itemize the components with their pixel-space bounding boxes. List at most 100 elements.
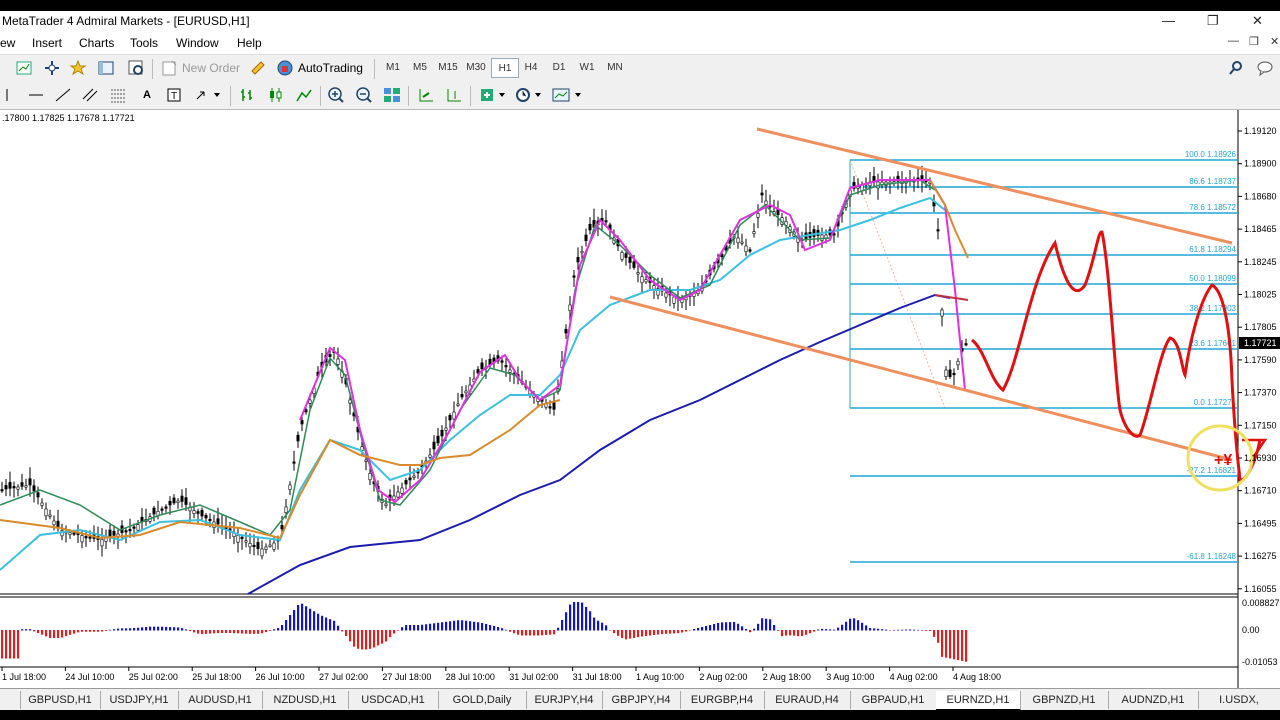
text-icon[interactable]: A: [137, 85, 157, 105]
tab-nzdusd[interactable]: NZDUSD,H1: [262, 691, 349, 709]
timeframe-m5[interactable]: M5: [407, 58, 433, 76]
histogram-bar: [209, 630, 212, 634]
tab-gbpaud[interactable]: GBPAUD,H1: [850, 691, 937, 709]
tab-euraud[interactable]: EURAUD,H4: [764, 691, 851, 709]
mdi-close-button[interactable]: ✕: [1270, 35, 1279, 48]
menu-charts[interactable]: Charts: [79, 36, 114, 50]
mdi-restore-button[interactable]: ❐: [1249, 35, 1259, 48]
histogram-bar: [417, 625, 420, 631]
cursor-icon[interactable]: [2, 85, 12, 105]
tile-windows-icon[interactable]: [382, 85, 402, 105]
histogram-bar: [169, 627, 172, 631]
strategy-tester-icon[interactable]: [126, 58, 146, 78]
tab-audnzd[interactable]: AUDNZD,H1: [1108, 691, 1199, 709]
timeframe-d1[interactable]: D1: [546, 58, 572, 76]
mdi-minimize-button[interactable]: —: [1228, 35, 1239, 47]
tab-eurnzd[interactable]: EURNZD,H1: [936, 691, 1021, 711]
favorites-icon[interactable]: [68, 58, 88, 78]
equidistant-channel-icon[interactable]: [80, 85, 100, 105]
histogram-bar: [889, 630, 892, 631]
minimize-button[interactable]: —: [1162, 13, 1175, 28]
histogram-bar: [65, 630, 68, 637]
new-chart-icon[interactable]: [14, 58, 34, 78]
tab-eurgbp[interactable]: EURGBP,H4: [680, 691, 765, 709]
candle-body: [112, 531, 116, 536]
histogram-bar: [761, 618, 764, 631]
menu-insert[interactable]: Insert: [32, 36, 62, 50]
tab-gbpjpy[interactable]: GBPJPY,H4: [602, 691, 681, 709]
chart-shift-icon[interactable]: [444, 85, 464, 105]
close-button[interactable]: ✕: [1252, 13, 1263, 29]
chart-tabs: GBPUSD,H1 USDJPY,H1 AUDUSD,H1 NZDUSD,H1 …: [0, 688, 1280, 711]
tab-gold[interactable]: GOLD,Daily: [438, 691, 527, 709]
menu-help[interactable]: Help: [237, 36, 262, 50]
tab-eurjpy[interactable]: EURJPY,H4: [526, 691, 603, 709]
tab-partial[interactable]: [0, 691, 21, 709]
histogram-bar: [25, 629, 28, 631]
histogram-bar: [585, 606, 588, 631]
line-chart-icon[interactable]: [294, 85, 314, 105]
autotrading-button[interactable]: AutoTrading: [276, 58, 368, 78]
auto-scroll-icon[interactable]: [416, 85, 436, 105]
indicators-icon[interactable]: [478, 85, 508, 105]
templates-icon[interactable]: [550, 85, 584, 105]
histogram-bar: [137, 627, 140, 631]
maximize-button[interactable]: ❐: [1207, 13, 1219, 29]
timeframe-h1[interactable]: H1: [491, 58, 519, 78]
new-order-button[interactable]: New Order: [160, 58, 244, 78]
menu-view[interactable]: ew: [0, 36, 15, 50]
candle-body: [580, 251, 584, 254]
histogram-bar: [633, 630, 636, 638]
time-label: 24 Jul 10:00: [65, 672, 114, 682]
timeframe-m15[interactable]: M15: [435, 58, 461, 76]
timeframe-m30[interactable]: M30: [463, 58, 489, 76]
horizontal-line-icon[interactable]: [26, 85, 46, 105]
candle-body: [428, 454, 432, 458]
histogram-bar: [713, 624, 716, 631]
histogram-bar: [613, 630, 616, 634]
arrows-icon[interactable]: [193, 85, 223, 105]
tab-usdx[interactable]: I.USDX,: [1198, 691, 1280, 709]
text-label-icon[interactable]: T: [164, 85, 184, 105]
zoom-in-icon[interactable]: [326, 85, 346, 105]
candle-body: [464, 390, 468, 394]
fibonacci-icon[interactable]: [108, 85, 128, 105]
chart-window[interactable]: .17800 1.17825 1.17678 1.17721 100.0 1.1…: [0, 110, 1280, 688]
candlestick-chart-icon[interactable]: [266, 85, 286, 105]
tab-audusd[interactable]: AUDUSD,H1: [178, 691, 263, 709]
chat-icon[interactable]: [1255, 58, 1275, 78]
histogram-bar: [1, 630, 4, 659]
timeframe-w1[interactable]: W1: [574, 58, 600, 76]
menu-window[interactable]: Window: [176, 36, 219, 50]
histogram-bar: [97, 630, 100, 632]
candle-body: [164, 506, 168, 509]
menu-tools[interactable]: Tools: [130, 36, 158, 50]
tab-gbpusd[interactable]: GBPUSD,H1: [20, 691, 101, 709]
periods-icon[interactable]: [514, 85, 544, 105]
tab-usdcad[interactable]: USDCAD,H1: [348, 691, 439, 709]
histogram-bar: [453, 620, 456, 631]
bar-chart-icon[interactable]: [238, 85, 258, 105]
profiles-icon[interactable]: [42, 58, 62, 78]
candle-body: [4, 485, 8, 490]
candle-body: [200, 509, 204, 517]
price-chart-svg[interactable]: 100.0 1.18926 86.6 1.18737 78.6 1.18572 61.…: [0, 110, 1280, 688]
forecast-path-drawing[interactable]: [970, 230, 1262, 482]
search-icon[interactable]: [1226, 58, 1246, 78]
timeframe-m1[interactable]: M1: [380, 58, 406, 76]
zoom-out-icon[interactable]: [354, 85, 374, 105]
histogram-bar: [529, 630, 532, 636]
candle-body: [640, 276, 644, 284]
trendline-icon[interactable]: [53, 85, 73, 105]
metaeditor-icon[interactable]: [247, 58, 269, 78]
timeframe-h4[interactable]: H4: [518, 58, 544, 76]
channel-upper-line[interactable]: [756, 127, 1233, 245]
histogram-bar: [325, 617, 328, 631]
timeframe-mn[interactable]: MN: [602, 58, 628, 76]
time-label: 28 Jul 10:00: [446, 672, 495, 682]
navigator-icon[interactable]: [96, 58, 116, 78]
tab-gbpnzd[interactable]: GBPNZD,H1: [1020, 691, 1109, 709]
candle-body: [180, 495, 184, 502]
tab-usdjpy[interactable]: USDJPY,H1: [100, 691, 179, 709]
candle-body: [740, 241, 744, 244]
